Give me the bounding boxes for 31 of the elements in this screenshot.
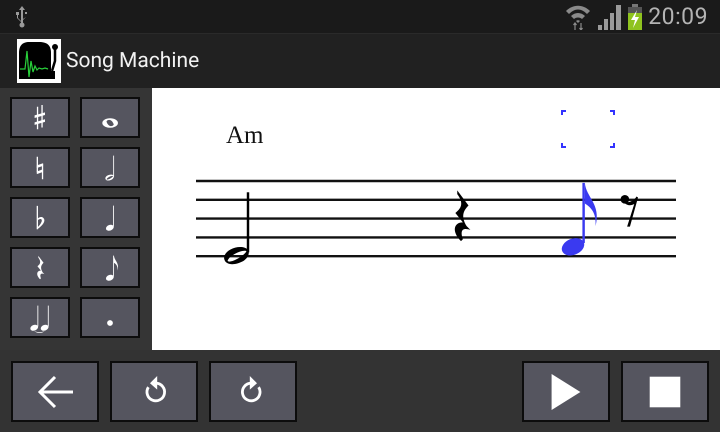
eighth-note[interactable] [562, 182, 597, 256]
redo-button[interactable] [209, 361, 297, 422]
eighth-note-button[interactable] [80, 247, 140, 288]
selection-cursor [561, 110, 615, 148]
sharp-icon [32, 104, 48, 130]
quarter-rest[interactable] [454, 190, 470, 242]
half-note[interactable] [224, 192, 250, 264]
quarter-note-button[interactable] [80, 197, 140, 238]
eighth-rest[interactable] [620, 195, 638, 227]
stop-button[interactable] [621, 361, 709, 422]
usb-icon [14, 4, 30, 28]
undo-button[interactable] [110, 361, 198, 422]
natural-button[interactable] [10, 147, 70, 188]
dot-icon [107, 320, 113, 326]
app-title: Song Machine [66, 49, 200, 73]
wifi-icon [565, 4, 592, 30]
back-arrow-button[interactable] [11, 361, 99, 422]
dot-button[interactable] [80, 297, 140, 338]
whole-note-icon [102, 118, 118, 128]
app-logo-icon[interactable] [17, 39, 61, 83]
quarter-rest-button[interactable] [10, 247, 70, 288]
sharp-button[interactable] [10, 97, 70, 138]
half-note-button[interactable] [80, 147, 140, 188]
play-button[interactable] [522, 361, 610, 422]
signal-icon [597, 4, 624, 30]
clock-time: 20:09 [648, 3, 708, 30]
stop-icon [647, 374, 683, 410]
whole-note-button[interactable] [80, 97, 140, 138]
tied-notes-button[interactable] [10, 297, 70, 338]
flat-button[interactable] [10, 197, 70, 238]
chord-symbol: Am [226, 122, 264, 149]
